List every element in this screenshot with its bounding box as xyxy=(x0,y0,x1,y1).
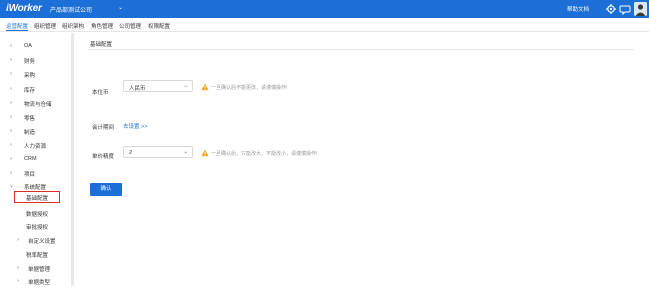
chevron-right-icon: › xyxy=(10,142,12,148)
chevron-down-icon: ⌄ xyxy=(183,149,188,155)
sidebar-item-inventory[interactable]: › 库存 xyxy=(0,83,70,96)
chevron-right-icon: › xyxy=(10,43,12,49)
sidebar-item-label: 零售 xyxy=(24,116,36,122)
sidebar-item-oa[interactable]: › OA xyxy=(0,40,70,53)
chevron-down-icon: ⌄ xyxy=(183,83,188,89)
sidebar-item-finance[interactable]: › 财务 xyxy=(0,54,70,67)
sidebar-item-crm[interactable]: › CRM xyxy=(0,153,70,166)
section-title: 基础配置 xyxy=(90,42,113,48)
sidebar-item-label: 物流与仓储 xyxy=(24,102,52,108)
confirm-button[interactable]: 确认 xyxy=(90,183,122,196)
sidebar-item-approval-auth[interactable]: 审批授权 xyxy=(0,220,70,233)
sidebar-item-label: 项目 xyxy=(24,172,36,178)
price-precision-select[interactable]: 2 ⌄ xyxy=(123,146,193,158)
divider xyxy=(88,49,634,50)
sidebar-item-label: 采购 xyxy=(24,73,36,79)
sidebar-item-label: OA xyxy=(24,43,32,49)
chevron-right-icon: › xyxy=(10,86,12,92)
base-currency-select[interactable]: 人民币 ⌄ xyxy=(123,80,193,92)
sidebar-item-label: 制造 xyxy=(24,130,36,136)
sidebar-item-label: 数据授权 xyxy=(26,212,49,218)
chevron-right-icon: › xyxy=(10,71,12,77)
select-value: 人民币 xyxy=(129,85,146,92)
help-doc-link[interactable]: 帮助文档 xyxy=(567,5,589,13)
avatar[interactable] xyxy=(634,2,647,16)
chevron-right-icon: › xyxy=(10,170,12,176)
tab-permission-config[interactable]: 权限配置 xyxy=(148,22,170,30)
sidebar-item-label: 审批授权 xyxy=(26,225,49,231)
warning-icon xyxy=(201,149,209,157)
sidebar-item-label: 库存 xyxy=(24,88,36,94)
sidebar-item-custom-settings[interactable]: › 自定义设置 xyxy=(0,234,70,247)
app-logo[interactable]: iWorker xyxy=(6,3,42,14)
chevron-right-icon: › xyxy=(17,278,19,284)
sidebar-item-label: CRM xyxy=(24,156,37,162)
warning-icon xyxy=(201,83,209,91)
base-currency-label: 本位币 xyxy=(92,90,109,96)
top-bar: iWorker 产品部测试公司 ⌄ 帮助文档 xyxy=(0,0,649,18)
tab-role-management[interactable]: 角色管理 xyxy=(91,22,113,30)
chevron-right-icon: › xyxy=(10,156,12,162)
sidebar-item-label: 财务 xyxy=(24,59,36,65)
sidebar-item-label: 单据类型 xyxy=(28,280,51,286)
warning-text: 一旦确认后，只能改大，不能改小，请谨慎操作! xyxy=(211,151,318,157)
tab-ops-config[interactable]: 运营配置 xyxy=(6,22,29,31)
sidebar-item-data-auth[interactable]: 数据授权 xyxy=(0,207,70,220)
chevron-right-icon: › xyxy=(17,237,19,243)
sidebar-item-logistics[interactable]: › 物流与仓储 xyxy=(0,97,70,110)
sidebar-item-retail[interactable]: › 零售 xyxy=(0,111,70,124)
sidebar-item-hr[interactable]: › 人力资源 xyxy=(0,139,70,152)
chevron-right-icon: › xyxy=(10,128,12,134)
company-switcher-label[interactable]: 产品部测试公司 xyxy=(50,5,92,14)
sidebar-scrollbar[interactable] xyxy=(71,33,74,286)
sidebar-item-project[interactable]: › 项目 xyxy=(0,167,70,180)
select-value: 2 xyxy=(129,149,133,156)
chevron-right-icon: › xyxy=(17,265,19,271)
tab-company-management[interactable]: 公司管理 xyxy=(119,22,141,30)
sidebar-item-tax-config[interactable]: 税率配置 xyxy=(0,248,70,261)
chevron-down-icon[interactable]: ⌄ xyxy=(118,4,123,11)
price-precision-label: 单价精度 xyxy=(92,154,115,160)
tab-org-structure[interactable]: 组织架构 xyxy=(62,22,84,30)
gear-icon[interactable] xyxy=(605,3,617,15)
warning-text: 一旦确认后不能更改，请谨慎操作! xyxy=(211,85,288,91)
chevron-right-icon: › xyxy=(10,57,12,63)
sidebar-item-manufacturing[interactable]: › 制造 xyxy=(0,125,70,138)
sidebar-item-label: 税率配置 xyxy=(26,253,49,259)
accounting-period-label: 会计期间 xyxy=(92,125,115,131)
chevron-down-icon: › xyxy=(7,185,14,187)
selection-highlight xyxy=(14,191,60,203)
secondary-nav: 运营配置 组织管理 组织架构 角色管理 公司管理 权限配置 xyxy=(0,18,649,32)
sidebar-item-label: 人力资源 xyxy=(24,144,47,150)
chevron-right-icon: › xyxy=(10,100,12,106)
sidebar-item-doc-management[interactable]: › 单据管理 xyxy=(0,262,70,275)
sidebar-item-purchasing[interactable]: › 采购 xyxy=(0,68,70,81)
chat-icon[interactable] xyxy=(619,3,631,15)
sidebar-item-label: 系统配置 xyxy=(24,185,47,191)
tab-org-management[interactable]: 组织管理 xyxy=(34,22,56,30)
sidebar-item-label: 单据管理 xyxy=(28,267,51,273)
chevron-right-icon: › xyxy=(10,114,12,120)
sidebar-item-label: 自定义设置 xyxy=(28,239,56,245)
go-settings-link[interactable]: 去设置 >> xyxy=(123,122,147,130)
sidebar-item-doc-types[interactable]: › 单据类型 xyxy=(0,275,70,288)
